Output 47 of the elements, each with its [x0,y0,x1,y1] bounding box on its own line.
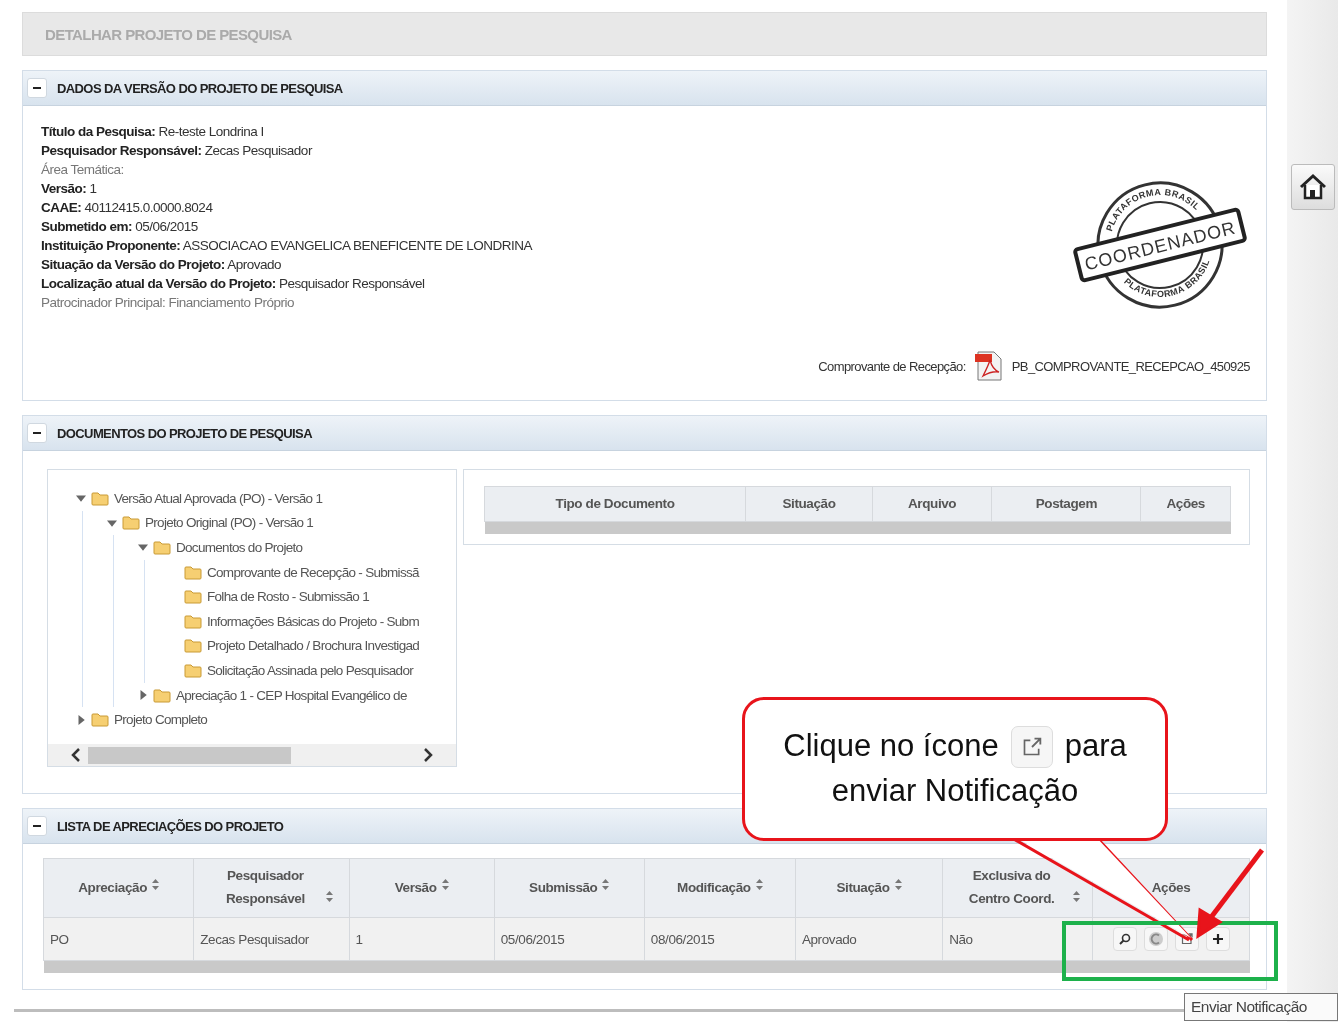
tree-item[interactable]: Apreciação 1 - CEP Hospital Evangélico de [176,687,407,703]
column-header[interactable]: Ações [1166,495,1205,511]
tree-item[interactable]: Solicitação Assinada pelo Pesquisador [207,662,413,678]
column-header[interactable]: Apreciação [78,876,147,900]
table-cell: 05/06/2015 [500,931,565,947]
column-header[interactable]: Versão [394,876,437,900]
tree-item[interactable]: Projeto Completo [114,712,208,728]
tree-item[interactable]: Comprovante de Recepção - Submissã [207,564,419,580]
file-link[interactable]: PB_COMPROVANTE_RECEPCAO_450925 [1011,358,1250,374]
table-cell: PO [50,931,69,947]
callout-text: enviar Notificação [831,772,1079,810]
page-title: DETALHAR PROJETO DE PESQUISA [45,25,292,43]
table-cell: Zecas Pesquisador [200,931,309,947]
field-line: Localização atual da Versão do Projeto: Pesquisador Responsável [41,275,426,293]
field-line: CAAE: 40112415.0.0000.8024 [41,199,214,217]
column-header[interactable]: Arquivo [908,495,957,511]
column-header[interactable]: Situação [782,495,836,511]
panel-title: DADOS DA VERSÃO DO PROJETO DE PESQUISA [57,80,343,96]
tree-item[interactable]: Informações Básicas do Projeto - Subm [207,613,419,629]
receipt-label: Comprovante de Recepção: [818,358,966,374]
table-cell: Aprovado [801,931,857,947]
callout-text: Clique no ícone [783,727,999,766]
tooltip: Enviar Notificação [1184,993,1338,1021]
column-header[interactable]: Situação [836,876,890,900]
callout-text: para [1064,727,1127,766]
field-line: Título da Pesquisa: Re-teste Londrina I [41,123,265,141]
table-cell: Não [949,931,973,947]
column-header[interactable]: Ações [1151,879,1191,895]
field-line: Patrocinador Principal: Financiamento Próprio [41,294,295,312]
field-line: Situação da Versão do Projeto: Aprovado [41,256,283,274]
field-line: Versão: 1 [41,180,98,198]
column-header[interactable]: Submissão [529,876,598,900]
table-cell: 1 [355,931,363,947]
tree-item[interactable]: Folha de Rosto - Submissão 1 [207,589,369,605]
table-cell: 08/06/2015 [650,931,715,947]
column-header[interactable]: Postagem [1035,495,1097,511]
tree-item[interactable]: Documentos do Projeto [176,540,303,555]
tree-item[interactable]: Projeto Detalhado / Brochura Investigad [207,638,420,654]
field-line: Instituição Proponente: ASSOCIACAO EVANGELICA BENEFICENTE DE LONDRINA [41,237,533,255]
panel-title: LISTA DE APRECIAÇÕES DO PROJETO [57,818,284,834]
tree-item[interactable]: Projeto Original (PO) - Versão 1 [145,515,314,531]
field-line: Submetido em: 05/06/2015 [41,218,199,236]
panel-title: DOCUMENTOS DO PROJETO DE PESQUISA [57,425,312,441]
field-line: Pesquisador Responsável: Zecas Pesquisador [41,142,314,160]
field-line: Área Temática: [41,161,125,179]
tree-item[interactable]: Versão Atual Aprovada (PO) - Versão 1 [114,490,323,506]
column-header[interactable]: Modificação [677,876,751,900]
